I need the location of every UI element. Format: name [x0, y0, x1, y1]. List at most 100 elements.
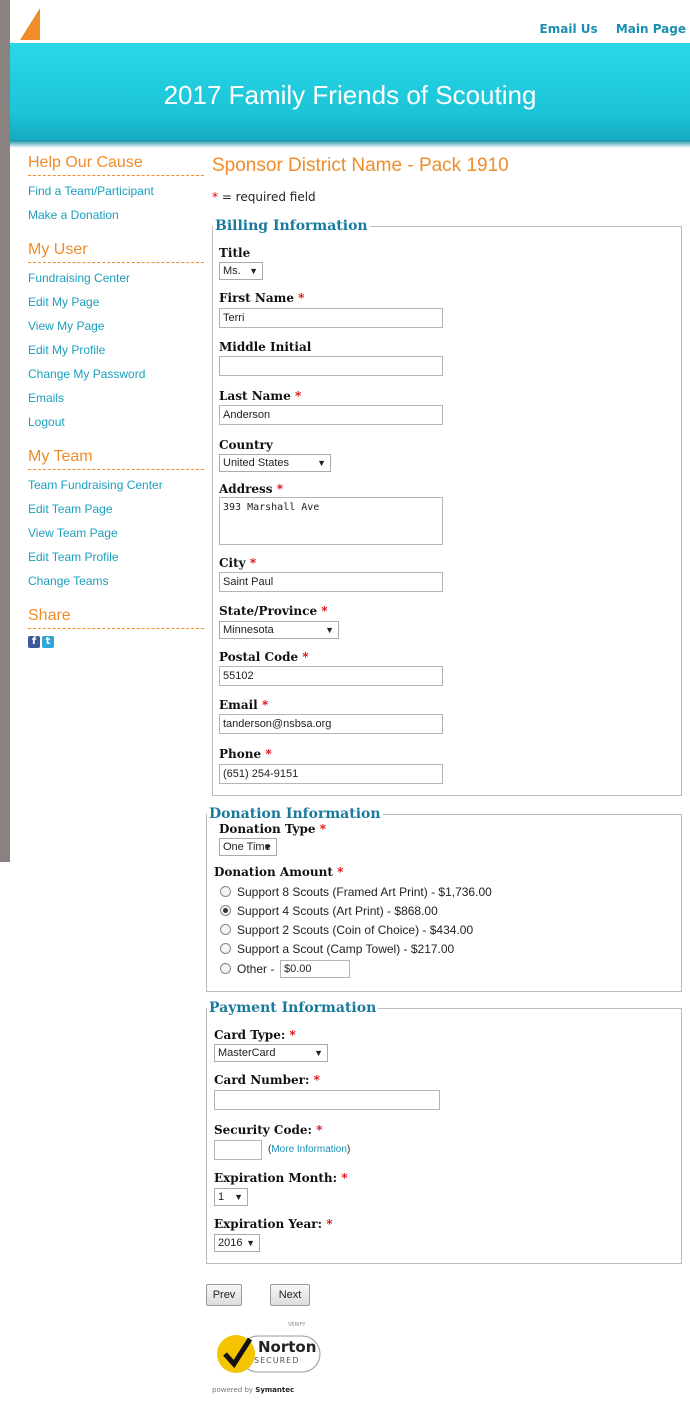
phone-label: Phone * [219, 747, 272, 761]
next-button[interactable]: Next [270, 1284, 310, 1306]
donation-type-label: Donation Type * [219, 822, 326, 836]
security-code-label-text: Security Code: [214, 1123, 312, 1137]
first-name-field[interactable]: Terri [219, 308, 443, 328]
required-star: * [326, 1217, 333, 1231]
donation-option-radio[interactable]: Support 4 Scouts (Art Print) - $868.00 [220, 902, 438, 920]
phone-label-text: Phone [219, 747, 262, 761]
donation-type-select[interactable]: One Time ▼ [219, 838, 277, 856]
country-select-value: United States [223, 457, 290, 469]
donation-option-label: Other - [237, 962, 275, 976]
facebook-icon[interactable]: f [28, 636, 40, 648]
sidebar-link-fundraising-center[interactable]: Fundraising Center [28, 270, 204, 294]
radio-icon [220, 943, 231, 954]
sidebar-link-team-fundraising-center[interactable]: Team Fundraising Center [28, 477, 204, 501]
expiration-month-select[interactable]: 1 ▼ [214, 1188, 248, 1206]
donation-amount-label-text: Donation Amount [214, 865, 333, 879]
address-label-text: Address [219, 482, 273, 496]
donation-type-label-text: Donation Type [219, 822, 316, 836]
card-number-field[interactable] [214, 1090, 440, 1110]
sidebar-heading-share: Share [28, 607, 204, 629]
state-label-text: State/Province [219, 604, 318, 618]
chevron-down-icon: ▼ [317, 458, 326, 468]
title-label: Title [219, 246, 251, 260]
sidebar-link-edit-team-profile[interactable]: Edit Team Profile [28, 549, 204, 573]
card-number-label-text: Card Number: [214, 1073, 310, 1087]
required-star: * [249, 556, 257, 570]
badge-secured: SECURED [254, 1356, 300, 1365]
norton-secured-badge[interactable]: VERIFY Norton SECURED powered by Symante… [212, 1322, 322, 1402]
sidebar-link-change-teams[interactable]: Change Teams [28, 573, 204, 597]
postal-code-label-text: Postal Code [219, 650, 299, 664]
middle-initial-field[interactable] [219, 356, 443, 376]
donation-option-label: Support 2 Scouts (Coin of Choice) - $434… [237, 923, 474, 937]
donation-option-radio[interactable]: Support a Scout (Camp Towel) - $217.00 [220, 940, 454, 958]
expiration-month-label-text: Expiration Month: [214, 1171, 338, 1185]
billing-legend: Billing Information [215, 218, 368, 234]
country-select[interactable]: United States ▼ [219, 454, 331, 472]
expiration-month-label: Expiration Month: * [214, 1171, 348, 1185]
last-name-label: Last Name * [219, 389, 301, 403]
email-field[interactable]: tanderson@nsbsa.org [219, 714, 443, 734]
required-star: * [294, 389, 302, 403]
card-type-label-text: Card Type: [214, 1028, 286, 1042]
card-type-select[interactable]: MasterCard ▼ [214, 1044, 328, 1062]
required-star: * [319, 822, 326, 836]
sidebar-link-emails[interactable]: Emails [28, 390, 204, 414]
required-star: * [313, 1073, 320, 1087]
state-select[interactable]: Minnesota ▼ [219, 621, 339, 639]
first-name-label: First Name * [219, 291, 304, 305]
donation-option-label: Support a Scout (Camp Towel) - $217.00 [237, 942, 455, 956]
card-type-label: Card Type: * [214, 1028, 296, 1042]
chevron-down-icon: ▼ [246, 1238, 255, 1248]
last-name-field[interactable]: Anderson [219, 405, 443, 425]
sidebar-link-view-team-page[interactable]: View Team Page [28, 525, 204, 549]
social-icons: f t [28, 636, 204, 648]
radio-icon [220, 924, 231, 935]
sidebar-link-view-my-page[interactable]: View My Page [28, 318, 204, 342]
required-star: * [261, 698, 269, 712]
required-star: * [289, 1028, 296, 1042]
required-star: * [316, 1123, 323, 1137]
more-info-close: ) [346, 1144, 351, 1155]
prev-button[interactable]: Prev [206, 1284, 242, 1306]
sidebar-link-logout[interactable]: Logout [28, 414, 204, 438]
donation-option-radio[interactable]: Other - [220, 960, 274, 978]
postal-code-field[interactable]: 55102 [219, 666, 443, 686]
title-select[interactable]: Ms. ▼ [219, 262, 263, 280]
sidebar-heading-help: Help Our Cause [28, 154, 204, 176]
sidebar-link-make-donation[interactable]: Make a Donation [28, 207, 204, 231]
sidebar-link-change-password[interactable]: Change My Password [28, 366, 204, 390]
chevron-down-icon: ▼ [314, 1048, 323, 1058]
other-amount-field[interactable]: $0.00 [280, 960, 350, 978]
phone-field[interactable]: (651) 254-9151 [219, 764, 443, 784]
twitter-icon[interactable]: t [42, 636, 54, 648]
sidebar-link-edit-my-profile[interactable]: Edit My Profile [28, 342, 204, 366]
radio-icon [220, 963, 231, 974]
email-us-link[interactable]: Email Us [540, 22, 598, 36]
required-star: * [302, 650, 309, 664]
security-code-label: Security Code: * [214, 1123, 322, 1137]
expiration-year-value: 2016 [218, 1237, 243, 1249]
required-star: * [321, 604, 328, 618]
donation-option-radio[interactable]: Support 8 Scouts (Framed Art Print) - $1… [220, 883, 492, 901]
address-field[interactable]: 393 Marshall Ave [219, 497, 443, 545]
required-note-text: = required field [218, 190, 316, 204]
main-page-link[interactable]: Main Page [616, 22, 686, 36]
security-code-field[interactable] [214, 1140, 262, 1160]
expiration-year-select[interactable]: 2016 ▼ [214, 1234, 260, 1252]
symantec-text: Symantec [255, 1386, 295, 1394]
top-links: Email Us Main Page [526, 22, 686, 36]
chevron-down-icon: ▼ [234, 1192, 243, 1202]
sidebar-link-edit-team-page[interactable]: Edit Team Page [28, 501, 204, 525]
postal-code-label: Postal Code * [219, 650, 309, 664]
more-information-link[interactable]: More Information [271, 1144, 347, 1155]
donation-legend: Donation Information [209, 806, 381, 822]
expiration-year-label: Expiration Year: * [214, 1217, 333, 1231]
city-label-text: City [219, 556, 246, 570]
sidebar-link-edit-my-page[interactable]: Edit My Page [28, 294, 204, 318]
banner-title: 2017 Family Friends of Scouting [163, 80, 537, 110]
city-field[interactable]: Saint Paul [219, 572, 443, 592]
donation-option-radio[interactable]: Support 2 Scouts (Coin of Choice) - $434… [220, 921, 473, 939]
sidebar-link-find-team[interactable]: Find a Team/Participant [28, 183, 204, 207]
powered-by-text: powered by [212, 1386, 256, 1394]
